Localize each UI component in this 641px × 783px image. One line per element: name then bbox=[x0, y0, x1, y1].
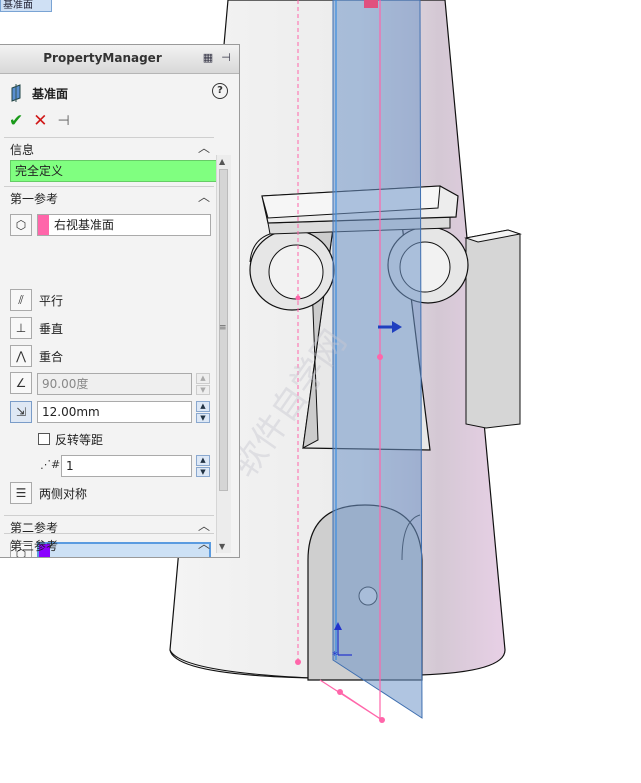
left-cylinder bbox=[249, 229, 335, 311]
instance-count-value: 1 bbox=[66, 459, 74, 473]
spin-up-icon[interactable]: ▲ bbox=[196, 373, 210, 384]
option-perpendicular[interactable]: ⊥ 垂直 bbox=[10, 316, 63, 340]
pm-scrollbar[interactable]: ▲ ≡ ▼ bbox=[216, 155, 231, 553]
ok-check-icon[interactable]: ✔ bbox=[9, 112, 23, 130]
feature-tab[interactable]: 基准面 bbox=[0, 0, 52, 12]
spin-up-icon[interactable]: ▲ bbox=[196, 455, 210, 466]
instance-count-field[interactable]: 1 bbox=[61, 455, 192, 477]
count-spinner[interactable]: ▲ ▼ bbox=[196, 455, 210, 477]
option-mid-plane[interactable]: ☰ 两侧对称 bbox=[10, 481, 87, 505]
cancel-x-icon[interactable]: ✕ bbox=[33, 112, 47, 130]
distance-spinner[interactable]: ▲ ▼ bbox=[196, 401, 210, 423]
section-first-ref-title: 第一参考 bbox=[10, 192, 59, 206]
option-perpendicular-label: 垂直 bbox=[39, 321, 64, 336]
option-parallel[interactable]: ⫽ 平行 bbox=[10, 288, 63, 312]
coincident-icon: ⋀ bbox=[10, 345, 32, 367]
action-row: ✔ ✕ ⊣ bbox=[9, 112, 70, 130]
chevron-up-icon[interactable]: ︿ bbox=[198, 517, 210, 534]
distance-value: 12.00mm bbox=[42, 405, 100, 419]
side-block-front bbox=[465, 229, 521, 429]
option-angle[interactable]: ∠ bbox=[10, 371, 32, 395]
parallel-icon: ⫽ bbox=[10, 289, 32, 311]
spin-down-icon[interactable]: ▼ bbox=[196, 466, 210, 477]
pushpin-icon[interactable]: ⊣ bbox=[58, 112, 70, 130]
option-mid-plane-label: 两侧对称 bbox=[39, 486, 88, 501]
status-badge: 完全定义 bbox=[10, 160, 218, 182]
help-icon[interactable]: ? bbox=[212, 83, 228, 99]
first-reference-value: 右视基准面 bbox=[54, 218, 115, 232]
flip-offset-label: 反转等距 bbox=[55, 433, 104, 447]
angle-value: 90.00度 bbox=[42, 377, 89, 391]
chevron-up-icon[interactable]: ︿ bbox=[198, 188, 210, 205]
section-first-reference[interactable]: 第一参考 ︿ bbox=[4, 186, 214, 207]
scroll-down-icon[interactable]: ▼ bbox=[219, 542, 225, 551]
first-reference-row: ⬡ bbox=[10, 213, 32, 237]
feature-tab-label: 基准面 bbox=[3, 0, 33, 11]
reference-cube-icon: ⬡ bbox=[10, 214, 32, 236]
offset-distance-icon: ⇲ bbox=[10, 401, 32, 423]
plane-icon bbox=[8, 84, 26, 102]
scroll-grip-icon: ≡ bbox=[219, 323, 227, 333]
flip-offset-checkbox[interactable] bbox=[38, 433, 50, 445]
svg-text:*: * bbox=[332, 649, 338, 662]
pm-title: PropertyManager bbox=[43, 51, 162, 65]
spin-down-icon[interactable]: ▼ bbox=[196, 384, 210, 395]
section-third-ref-title: 第三参考 bbox=[10, 539, 59, 553]
pin-header-icon[interactable]: ⊣ bbox=[219, 51, 233, 65]
first-reference-field[interactable]: 右视基准面 bbox=[37, 214, 211, 236]
ref1-color-swatch bbox=[38, 215, 49, 235]
chevron-up-icon[interactable]: ︿ bbox=[198, 535, 210, 552]
distance-field[interactable]: 12.00mm bbox=[37, 401, 192, 423]
option-distance[interactable]: ⇲ bbox=[10, 400, 32, 424]
option-coincident[interactable]: ⋀ 重合 bbox=[10, 344, 63, 368]
feature-row: 基准面 bbox=[8, 83, 68, 103]
option-parallel-label: 平行 bbox=[39, 293, 64, 308]
section-info-title: 信息 bbox=[10, 143, 35, 157]
pm-scroll-area[interactable]: 信息 ︿ 完全定义 第一参考 ︿ ⬡ 右视基准面 ⫽ 平行 ⊥ 垂直 ⋀ 重合 bbox=[0, 137, 232, 557]
pm-header: PropertyManager ▦ ⊣ bbox=[0, 45, 239, 74]
section-info[interactable]: 信息 ︿ 完全定义 bbox=[4, 137, 218, 182]
option-coincident-label: 重合 bbox=[39, 349, 64, 364]
instance-count-icon: ⋰# bbox=[40, 458, 61, 471]
angle-field[interactable]: 90.00度 bbox=[37, 373, 192, 395]
angle-spinner[interactable]: ▲ ▼ bbox=[196, 373, 210, 395]
layout-icon[interactable]: ▦ bbox=[201, 51, 215, 65]
spin-down-icon[interactable]: ▼ bbox=[196, 412, 210, 423]
property-manager: PropertyManager ▦ ⊣ 基准面 ? ✔ ✕ ⊣ 信息 ︿ 完全定… bbox=[0, 44, 240, 558]
angle-icon: ∠ bbox=[10, 372, 32, 394]
mid-plane-icon: ☰ bbox=[10, 482, 32, 504]
feature-name: 基准面 bbox=[32, 86, 69, 101]
top-marker bbox=[364, 0, 378, 8]
new-plane-preview bbox=[332, 0, 423, 719]
chevron-up-icon[interactable]: ︿ bbox=[198, 139, 210, 156]
section-third-reference[interactable]: 第三参考 ︿ bbox=[4, 533, 214, 554]
perpendicular-icon: ⊥ bbox=[10, 317, 32, 339]
scroll-up-icon[interactable]: ▲ bbox=[219, 157, 225, 166]
spin-up-icon[interactable]: ▲ bbox=[196, 401, 210, 412]
